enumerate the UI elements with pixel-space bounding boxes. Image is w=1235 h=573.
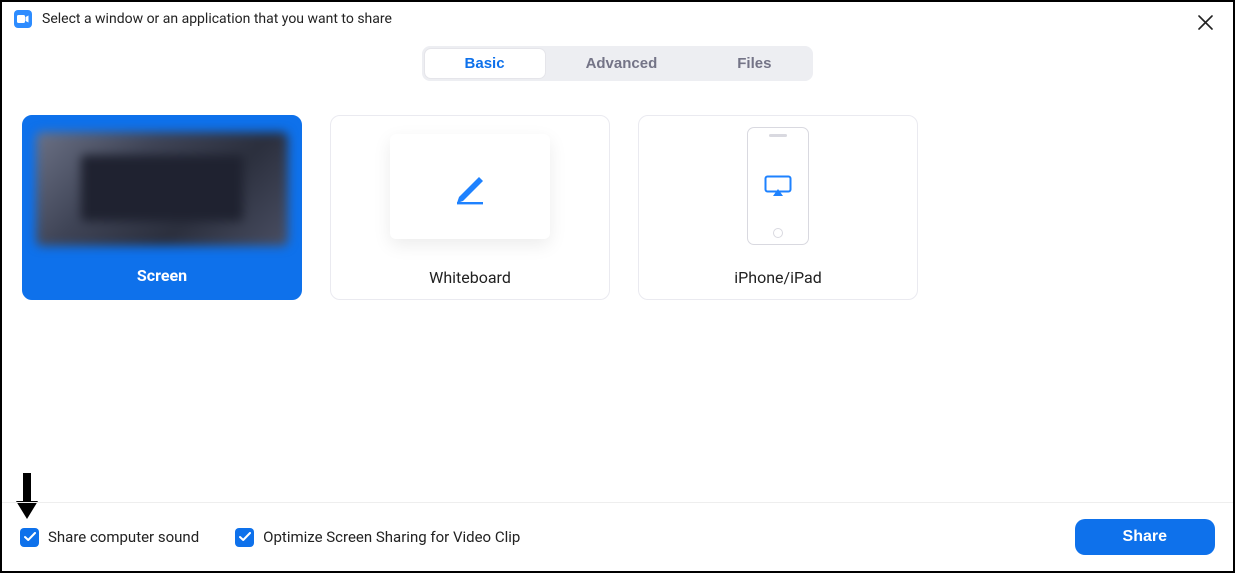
tab-bar: Basic Advanced Files — [2, 46, 1233, 81]
option-whiteboard-label: Whiteboard — [331, 256, 609, 299]
checkbox-checked-icon — [20, 528, 39, 547]
tab-files[interactable]: Files — [697, 48, 811, 79]
checkmark-icon — [24, 532, 36, 542]
checkbox-checked-icon — [235, 528, 254, 547]
tab-group: Basic Advanced Files — [422, 46, 814, 81]
dialog-header: Select a window or an application that y… — [2, 2, 1233, 36]
whiteboard-preview — [331, 116, 609, 256]
share-sound-checkbox[interactable]: Share computer sound — [20, 528, 199, 547]
screen-thumbnail — [36, 132, 288, 246]
dialog-footer: Share computer sound Optimize Screen Sha… — [2, 502, 1233, 571]
pencil-icon — [449, 165, 491, 207]
tab-advanced[interactable]: Advanced — [546, 48, 698, 79]
zoom-app-icon — [14, 10, 32, 28]
share-button[interactable]: Share — [1075, 519, 1215, 555]
close-icon — [1198, 15, 1213, 30]
airplay-icon — [764, 175, 792, 197]
checkmark-icon — [239, 532, 251, 542]
dialog-title: Select a window or an application that y… — [42, 11, 392, 27]
phone-outline-icon — [747, 127, 809, 245]
optimize-video-checkbox[interactable]: Optimize Screen Sharing for Video Clip — [235, 528, 520, 547]
close-button[interactable] — [1195, 12, 1215, 32]
option-whiteboard[interactable]: Whiteboard — [330, 115, 610, 300]
screen-preview — [25, 118, 299, 254]
option-iphone-ipad[interactable]: iPhone/iPad — [638, 115, 918, 300]
share-options: Screen Whiteboard iPhone/iPad — [2, 81, 1233, 300]
option-screen-label: Screen — [25, 254, 299, 297]
tab-basic[interactable]: Basic — [424, 48, 546, 79]
share-sound-label: Share computer sound — [48, 528, 199, 546]
option-iphone-label: iPhone/iPad — [639, 256, 917, 299]
optimize-video-label: Optimize Screen Sharing for Video Clip — [263, 528, 520, 546]
whiteboard-thumbnail — [390, 134, 550, 239]
option-screen[interactable]: Screen — [22, 115, 302, 300]
iphone-preview — [639, 116, 917, 256]
